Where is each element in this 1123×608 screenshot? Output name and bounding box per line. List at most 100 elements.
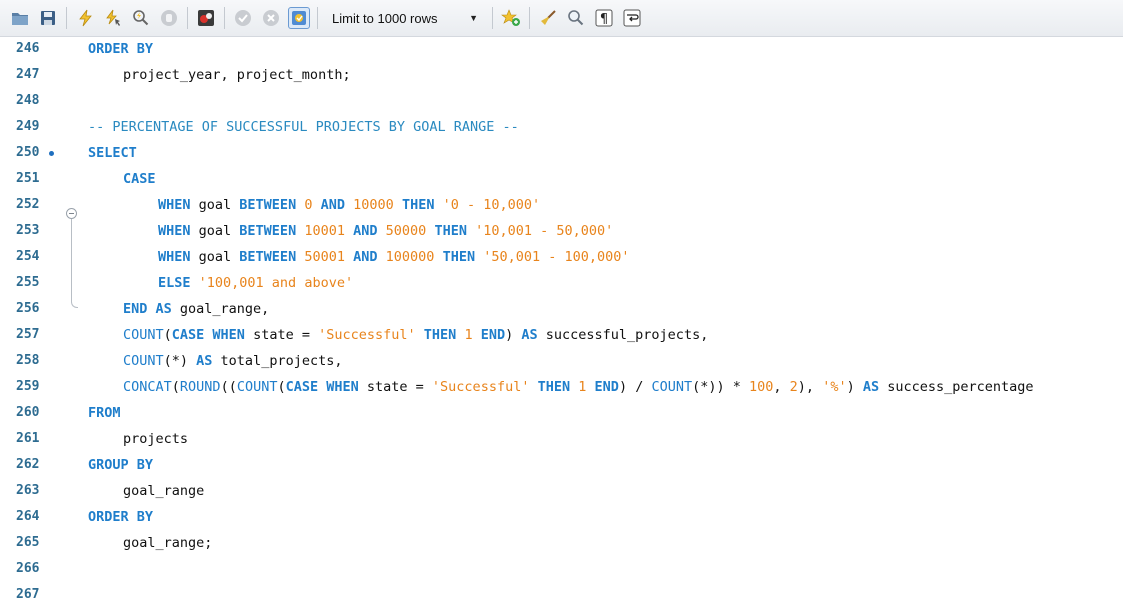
code-token: AS (862, 379, 880, 395)
beautify-button[interactable] (537, 7, 559, 29)
code-line[interactable]: 265 goal_range; (0, 530, 1123, 556)
open-file-button[interactable] (9, 7, 31, 29)
statement-marker-icon[interactable] (49, 151, 54, 156)
code-token: AND (353, 249, 378, 265)
code-token: (*) (163, 353, 197, 369)
execute-current-button[interactable] (102, 7, 124, 29)
line-number: 251 (16, 171, 40, 186)
code-token: '%' (822, 379, 847, 395)
code-line[interactable]: 267 (0, 582, 1123, 608)
code-line[interactable]: 246 ORDER BY (0, 36, 1123, 62)
code-token: ROUND (179, 379, 221, 395)
chevron-down-icon: ▼ (469, 13, 478, 23)
commit-button[interactable] (232, 7, 254, 29)
code-token: state = (358, 379, 432, 395)
stop-button[interactable] (158, 7, 180, 29)
code-text: WHEN goal BETWEEN 10001 AND 50000 THEN '… (88, 218, 613, 244)
limit-rows-select[interactable]: Limit to 1000 rows ▼ (326, 7, 484, 29)
line-number: 267 (16, 587, 40, 602)
code-token: goal_range; (123, 535, 213, 551)
code-token: WHEN (158, 223, 191, 239)
word-wrap-button[interactable] (621, 7, 643, 29)
code-token: 50000 (385, 223, 427, 239)
code-text: -- PERCENTAGE OF SUCCESSFUL PROJECTS BY … (88, 114, 519, 140)
code-line[interactable]: 263 goal_range (0, 478, 1123, 504)
code-token: goal_range, (171, 301, 270, 317)
autocommit-icon (292, 11, 306, 25)
code-line[interactable]: 254 WHEN goal BETWEEN 50001 AND 100000 TH… (0, 244, 1123, 270)
code-token: ) (505, 327, 522, 343)
code-line[interactable]: 259 CONCAT(ROUND((COUNT(CASE WHEN state =… (0, 374, 1123, 400)
code-line[interactable]: 256 END AS goal_range, (0, 296, 1123, 322)
folder-icon (12, 13, 28, 25)
code-line[interactable]: 258 COUNT(*) AS total_projects, (0, 348, 1123, 374)
magnifier-icon (568, 10, 584, 26)
code-token: BETWEEN (239, 223, 297, 239)
line-number: 256 (16, 301, 40, 316)
x-circle-icon (263, 10, 279, 26)
code-line[interactable]: 266 (0, 556, 1123, 582)
code-line[interactable]: 249 -- PERCENTAGE OF SUCCESSFUL PROJECTS … (0, 114, 1123, 140)
code-token: COUNT (236, 379, 278, 395)
code-text: WHEN goal BETWEEN 50001 AND 100000 THEN … (88, 244, 630, 270)
code-token: AS (521, 327, 538, 343)
code-token: AS (196, 353, 213, 369)
code-token: 'Successful' (318, 327, 416, 343)
add-snippet-button[interactable] (500, 7, 522, 29)
code-line[interactable]: 260 FROM (0, 400, 1123, 426)
code-token: END AS (123, 301, 172, 317)
code-token: FROM (88, 405, 121, 421)
execute-button[interactable] (74, 7, 96, 29)
autocommit-toggle[interactable] (288, 7, 310, 29)
lightning-cursor-icon (106, 9, 120, 26)
code-text: GROUP BY (88, 452, 153, 478)
code-token: AND (353, 223, 378, 239)
code-token: ( (171, 379, 180, 395)
code-token: THEN (434, 223, 467, 239)
code-token: (( (220, 379, 237, 395)
sql-editor[interactable]: 246 ORDER BY 247 project_year, project_mont… (0, 37, 1123, 606)
line-number: 259 (16, 379, 40, 394)
code-line[interactable]: 262 GROUP BY (0, 452, 1123, 478)
code-line[interactable]: 247 project_year, project_month; (0, 62, 1123, 88)
code-token: CASE WHEN (285, 379, 359, 395)
line-number: 246 (16, 41, 40, 56)
code-token: '0 - 10,000' (442, 197, 541, 213)
code-token: 100 (749, 379, 774, 395)
code-token: goal (190, 249, 240, 265)
code-token: CASE (123, 171, 156, 187)
toggle-error-button[interactable] (195, 7, 217, 29)
code-token: ELSE (158, 275, 191, 291)
code-line[interactable]: 253 WHEN goal BETWEEN 10001 AND 50000 THE… (0, 218, 1123, 244)
code-token: END (594, 379, 619, 395)
line-number: 249 (16, 119, 40, 134)
code-token: ORDER BY (88, 41, 154, 57)
code-token: , (773, 379, 790, 395)
code-line[interactable]: 248 (0, 88, 1123, 114)
line-number: 254 (16, 249, 40, 264)
broom-icon (541, 10, 556, 25)
code-token: goal (190, 223, 240, 239)
line-number: 261 (16, 431, 40, 446)
code-line[interactable]: 261 projects (0, 426, 1123, 452)
code-line[interactable]: 264 ORDER BY (0, 504, 1123, 530)
invisible-chars-button[interactable]: ¶ (593, 7, 615, 29)
code-token: 100000 (385, 249, 435, 265)
code-token: '100,001 and above' (198, 275, 354, 291)
code-token: ), (797, 379, 823, 395)
rollback-button[interactable] (260, 7, 282, 29)
find-button[interactable] (565, 7, 587, 29)
code-line[interactable]: 251 CASE (0, 166, 1123, 192)
code-line[interactable]: 257 COUNT(CASE WHEN state = 'Successful' … (0, 322, 1123, 348)
explain-button[interactable] (130, 7, 152, 29)
code-line[interactable]: 252 WHEN goal BETWEEN 0 AND 10000 THEN '0… (0, 192, 1123, 218)
line-number: 247 (16, 67, 40, 82)
code-line[interactable]: 255 ELSE '100,001 and above' (0, 270, 1123, 296)
code-line[interactable]: 250 SELECT (0, 140, 1123, 166)
save-button[interactable] (37, 7, 59, 29)
code-token: ORDER BY (88, 509, 154, 525)
code-token: AND (320, 197, 346, 213)
